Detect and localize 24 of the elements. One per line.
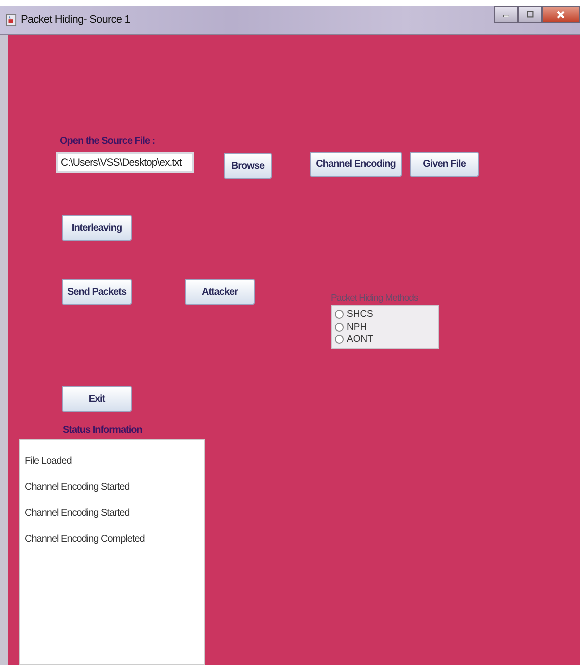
send-packets-button[interactable]: Send Packets (62, 279, 132, 305)
status-line: Channel Encoding Started (25, 481, 131, 494)
given-file-button[interactable]: Given File (410, 152, 479, 177)
minimize-button[interactable] (494, 6, 518, 23)
window-title: Packet Hiding- Source 1 (21, 14, 130, 26)
field-label: Open the Source File : (60, 136, 156, 147)
close-icon (556, 10, 566, 20)
status-line: Channel Encoding Completed (25, 533, 146, 546)
channel-encoding-button[interactable]: Channel Encoding (310, 152, 402, 177)
file-path-field[interactable]: C:\Users\VSS\Desktop\ex.txt (56, 152, 194, 173)
browse-button[interactable]: Browse (224, 153, 272, 179)
radio-option[interactable]: AONT (335, 333, 435, 346)
status-label: Status Information (63, 425, 142, 436)
exit-button[interactable]: Exit (62, 386, 132, 412)
maximize-icon (526, 10, 534, 19)
status-line: File Loaded (25, 455, 73, 468)
status-line: Channel Encoding Started (25, 507, 131, 520)
interleaving-button[interactable]: Interleaving (62, 215, 132, 241)
radio-option[interactable]: NPH (335, 320, 435, 334)
maximize-button[interactable] (518, 6, 542, 23)
group-label: Packet Hiding Methods (331, 293, 420, 304)
attacker-button[interactable]: Attacker (185, 279, 255, 305)
radio-option[interactable]: SHCS (335, 308, 435, 321)
close-button[interactable] (542, 6, 580, 23)
